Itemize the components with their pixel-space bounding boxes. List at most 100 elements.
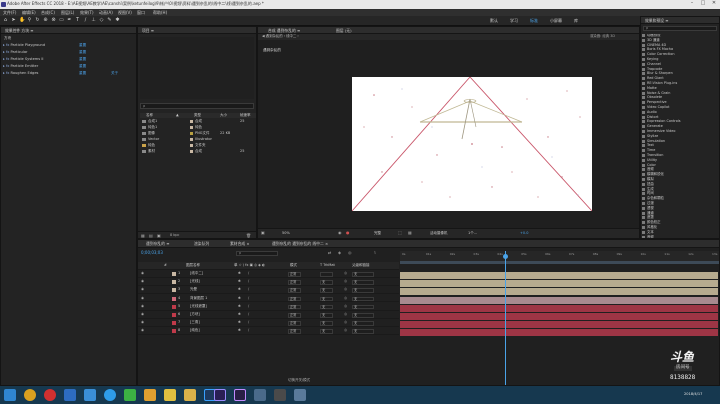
switch-icon[interactable]: ✱ bbox=[238, 271, 241, 276]
current-timecode[interactable]: 0;00;03;03 bbox=[141, 251, 163, 255]
menu-composition[interactable]: 合成(C) bbox=[41, 10, 55, 15]
premiere-icon[interactable] bbox=[234, 389, 246, 401]
effect-category-item[interactable]: 3D 通道 bbox=[642, 38, 660, 43]
menu-view[interactable]: 视图(V) bbox=[118, 10, 132, 15]
switch-icon[interactable]: / bbox=[248, 296, 249, 301]
effect-category-item[interactable]: RE:Vision Plug-ins bbox=[641, 81, 677, 86]
pickwhip-icon[interactable]: ◎ bbox=[344, 321, 347, 325]
layer-duration-bar[interactable] bbox=[400, 304, 718, 312]
hand-tool-icon[interactable]: ✋ bbox=[19, 18, 25, 23]
pickwhip-icon[interactable]: ◎ bbox=[344, 296, 347, 301]
layer-row[interactable]: ◉ 3 光晕 ✱ / 正常 无 ◎ 无 bbox=[138, 286, 399, 295]
project-item[interactable]: 纯色1 纯色 bbox=[140, 125, 256, 130]
minimize-button[interactable]: – bbox=[688, 1, 696, 7]
effect-category-item[interactable]: Utility bbox=[642, 158, 657, 163]
switch-icon[interactable]: / bbox=[248, 321, 249, 325]
effect-category-item[interactable]: 扭曲 bbox=[642, 182, 654, 187]
parent-dropdown[interactable]: 无 bbox=[352, 288, 374, 293]
comp-breadcrumb[interactable]: ◀ 遇到杂乱的 ‹ 线中二 › bbox=[262, 34, 299, 38]
menu-file[interactable]: 文件(F) bbox=[3, 10, 16, 15]
effect-category-item[interactable]: Keying bbox=[641, 57, 658, 62]
project-item[interactable]: 素材 合成 25 bbox=[140, 149, 256, 154]
pickwhip-icon[interactable]: ◎ bbox=[344, 304, 347, 309]
menu-edit[interactable]: 编辑(E) bbox=[22, 10, 36, 15]
windows-start-icon[interactable] bbox=[4, 389, 16, 401]
exposure-value[interactable]: +0.0 bbox=[520, 231, 529, 236]
interpret-footage-icon[interactable]: ▦ bbox=[141, 233, 145, 238]
trkmat-dropdown[interactable] bbox=[320, 272, 333, 277]
menu-layer[interactable]: 图层(L) bbox=[61, 10, 74, 15]
effects-presets-tab[interactable]: 效果和预设 ≡ bbox=[645, 18, 668, 23]
pan-behind-tool-icon[interactable]: ⊗ bbox=[51, 18, 56, 23]
workspace-small-screen[interactable]: 小屏幕 bbox=[550, 19, 562, 23]
project-search-input[interactable]: ρ bbox=[140, 103, 254, 109]
motion-blur-icon[interactable]: ◎ bbox=[348, 251, 352, 255]
parent-dropdown[interactable]: 无 bbox=[352, 321, 374, 326]
layer-duration-bar[interactable] bbox=[400, 288, 718, 296]
layer-row[interactable]: ◉ 7 [三角] ✱ / 正常 无 ◎ 无 bbox=[138, 319, 399, 327]
workspace-default[interactable]: 默认 bbox=[490, 19, 498, 23]
clone-tool-icon[interactable]: ⊥ bbox=[91, 18, 96, 23]
visibility-eye-icon[interactable]: ◉ bbox=[141, 296, 144, 301]
parent-dropdown[interactable]: 无 bbox=[352, 296, 374, 302]
layer-label-color[interactable] bbox=[172, 321, 176, 326]
parent-dropdown[interactable]: 无 bbox=[352, 313, 374, 318]
bpc-label[interactable]: 8 bpc bbox=[170, 233, 179, 237]
layer-name[interactable]: [光线遮罩] bbox=[190, 304, 207, 309]
layer-row[interactable]: ◉ 8 [纯色] ✱ / 正常 无 ◎ 无 bbox=[138, 327, 399, 336]
selection-tool-icon[interactable]: ➤ bbox=[11, 18, 16, 23]
layer-label-color[interactable] bbox=[172, 288, 176, 293]
workspace-learn[interactable]: 学习 bbox=[510, 19, 518, 23]
timeline-tab-material[interactable]: 素材合成 × bbox=[230, 241, 250, 246]
close-button[interactable]: ✕ bbox=[710, 1, 718, 7]
menu-effect[interactable]: 效果(T) bbox=[80, 10, 94, 15]
layer-mode-dropdown[interactable]: 正常 bbox=[288, 304, 301, 310]
pickwhip-icon[interactable]: ◎ bbox=[344, 280, 347, 284]
effect-controls-tab[interactable]: 效果控件 方块 ≡ bbox=[5, 28, 33, 33]
effect-row[interactable]: ▸ fx Particle Playground 重置 bbox=[3, 43, 133, 48]
timeline-tab-source[interactable]: 遇到杂乱的 遇到杂乱的 线中二 × bbox=[272, 241, 328, 246]
effect-category-item[interactable]: 模拟 bbox=[642, 177, 654, 182]
layer-name[interactable]: [线中二] bbox=[190, 271, 203, 276]
trkmat-dropdown[interactable]: 无 bbox=[320, 313, 333, 318]
layer-mode-dropdown[interactable]: 正常 bbox=[288, 321, 301, 326]
layer-label-color[interactable] bbox=[172, 329, 176, 334]
project-item[interactable]: 纯色 文件夹 bbox=[140, 143, 256, 148]
effect-category-item[interactable]: 风格化 bbox=[641, 225, 657, 230]
switch-icon[interactable]: / bbox=[248, 304, 249, 309]
snapshot-icon[interactable]: ◉ bbox=[338, 231, 342, 235]
trkmat-dropdown[interactable]: 无 bbox=[320, 329, 333, 334]
wechat-icon[interactable] bbox=[124, 389, 136, 401]
effect-category-item[interactable]: Video Copilot bbox=[641, 105, 669, 110]
switch-icon[interactable]: / bbox=[248, 288, 249, 292]
zoom-dropdown[interactable]: 50% bbox=[282, 231, 290, 236]
comp-mini-flowchart-icon[interactable]: ⇄ bbox=[328, 251, 331, 255]
effects-search-input[interactable]: ρ bbox=[643, 26, 717, 31]
switch-icon[interactable]: ✱ bbox=[238, 329, 241, 333]
effect-category-item[interactable]: 动画预设 bbox=[642, 34, 661, 38]
layer-duration-bar[interactable] bbox=[400, 296, 718, 304]
file-explorer-icon[interactable] bbox=[64, 389, 76, 401]
layer-viewer-tab[interactable]: 图层 (无) bbox=[336, 28, 352, 33]
layer-duration-bar[interactable] bbox=[400, 329, 718, 337]
project-tab[interactable]: 项目 ≡ bbox=[142, 28, 154, 33]
switch-icon[interactable]: / bbox=[248, 271, 249, 276]
color-channel-icon[interactable]: ● bbox=[346, 231, 350, 235]
trkmat-dropdown[interactable]: 无 bbox=[320, 288, 333, 293]
time-ruler[interactable]: 0s 01s 02s 03s 04s 05s 06s 07s 08s 09s 10s 11s 12s 13… bbox=[400, 251, 719, 261]
qq-icon[interactable] bbox=[104, 389, 116, 401]
menu-help[interactable]: 帮助(H) bbox=[153, 10, 167, 15]
visibility-eye-icon[interactable]: ◉ bbox=[141, 321, 144, 325]
effect-category-item[interactable]: 透视 bbox=[642, 206, 654, 211]
app-icon[interactable] bbox=[274, 389, 286, 401]
effect-row[interactable]: ▸ fx Roughen Edges 重置 关于 bbox=[3, 71, 133, 76]
project-item[interactable]: 合成1 合成 25 bbox=[140, 119, 256, 124]
effect-row[interactable]: ▸ fx Particle Emitter 重置 bbox=[3, 64, 133, 69]
trash-icon[interactable]: 🗑 bbox=[246, 233, 251, 238]
visibility-eye-icon[interactable]: ◉ bbox=[141, 271, 144, 276]
trkmat-dropdown[interactable]: 无 bbox=[320, 296, 333, 302]
layer-row[interactable]: ◉ 6 [方块] ✱ / 正常 无 ◎ 无 bbox=[138, 311, 399, 319]
switch-icon[interactable]: ✱ bbox=[238, 288, 241, 292]
layer-mode-dropdown[interactable]: 正常 bbox=[288, 272, 301, 277]
timeline-tab-render-queue[interactable]: 渲染队列 bbox=[194, 241, 209, 246]
